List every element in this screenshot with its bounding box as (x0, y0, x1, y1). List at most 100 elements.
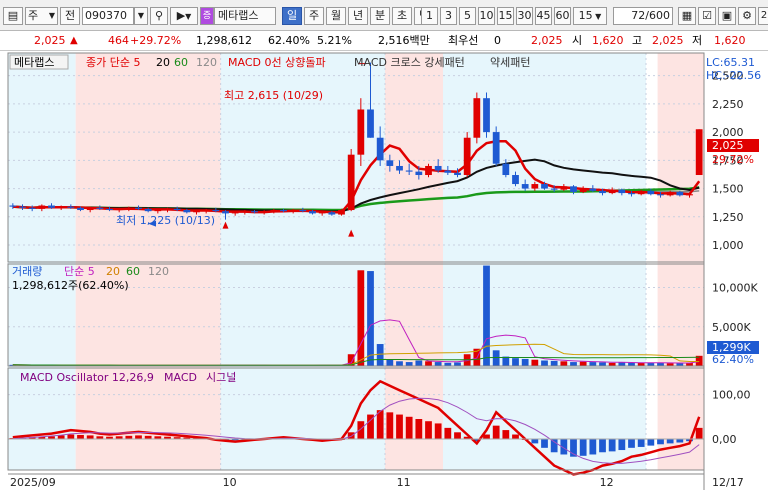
chevron-down-icon: ▼ (137, 11, 145, 20)
candle-body (48, 205, 55, 208)
date-tick-label: 12/17 (712, 476, 744, 489)
period-tab-1[interactable]: 주 (304, 7, 324, 25)
candle-body (154, 210, 162, 212)
macd-bar (376, 410, 384, 439)
macd-bar (531, 438, 539, 444)
candle-body (647, 190, 655, 195)
macd-tick-label: 0,00 (712, 433, 737, 446)
candle-body (164, 208, 171, 211)
interval-button-2[interactable]: 5 (459, 7, 476, 25)
candle-body (454, 172, 461, 176)
macd-tick-label: 100,00 (712, 389, 751, 402)
macd-bar (695, 427, 703, 439)
search-button[interactable]: ⚲ (150, 7, 168, 25)
candle-body (260, 211, 268, 213)
interval-button-6[interactable]: 45 (535, 7, 552, 25)
quote-broker-label: 최우선 (448, 34, 479, 47)
volume-bar (550, 360, 558, 366)
legend-vol-ma[interactable]: 단순 5 (64, 265, 95, 278)
candle-body (425, 165, 432, 176)
price-tick-label: 2,250 (712, 98, 744, 111)
view-count-input[interactable]: 72/600 (613, 7, 673, 25)
macd-bar (676, 438, 684, 443)
candle-body (405, 170, 413, 172)
volume-bar (531, 359, 539, 366)
stock-name-field[interactable]: 메타랩스 (214, 7, 276, 25)
legend-stock-name[interactable]: 메타랩스 (14, 56, 54, 69)
margin-badge[interactable]: 증 (200, 7, 214, 25)
legend-macd-cross[interactable]: MACD 크로스 강세패턴 (354, 56, 465, 69)
legend-ma20[interactable]: 20 (156, 56, 170, 69)
stock-code-input[interactable]: 090370 (82, 7, 134, 25)
legend-signal-line[interactable]: 시그널 (206, 371, 236, 384)
interval-button-4[interactable]: 15 (497, 7, 514, 25)
macd-bar (347, 432, 355, 439)
legend-vol-ma60[interactable]: 60 (126, 265, 140, 278)
chart-menu-button[interactable]: ▤ (3, 7, 23, 25)
macd-bar (386, 412, 394, 439)
volume-bar (483, 265, 490, 366)
save-button[interactable]: ▣ (718, 7, 736, 25)
candle-body (309, 211, 316, 214)
interval-button-5[interactable]: 30 (516, 7, 533, 25)
candle-body (347, 154, 355, 211)
candle-body (531, 184, 539, 189)
macd-bar (434, 423, 442, 439)
price-tick-label: 1,500 (712, 183, 744, 196)
interval-button-0[interactable]: 1 (421, 7, 438, 25)
candle-body (86, 207, 94, 211)
legend-close-ma[interactable]: 종가 단순 5 (86, 56, 140, 69)
period-tab-3[interactable]: 년 (348, 7, 368, 25)
period-tab-2[interactable]: 월 (326, 7, 346, 25)
interval-button-3[interactable]: 10 (478, 7, 495, 25)
scope-button[interactable]: 전 (60, 7, 80, 25)
candle-body (637, 190, 645, 195)
volume-bar (376, 344, 384, 366)
candle-body (115, 208, 123, 211)
chevron-down-icon: ▼ (592, 12, 602, 21)
market-label: 주 (28, 9, 39, 22)
sound-button[interactable]: ▶▼ (170, 7, 198, 25)
stock-code-dropdown[interactable]: ▼ (134, 7, 148, 25)
macd-bar (647, 438, 655, 446)
interval-button-7[interactable]: 60 (554, 7, 571, 25)
legend-vol-ma120[interactable]: 120 (148, 265, 169, 278)
period-tab-5[interactable]: 초 (392, 7, 412, 25)
checkbox-toggle[interactable]: ☑ (698, 7, 716, 25)
macd-bar (396, 414, 403, 439)
period-tab-4[interactable]: 분 (370, 7, 390, 25)
period-tab-0[interactable]: 일 (282, 7, 302, 25)
candle-body (570, 186, 577, 192)
candle-body (19, 206, 26, 208)
legend-macd-line[interactable]: MACD (164, 371, 197, 384)
legend-ma120[interactable]: 120 (196, 56, 217, 69)
candle-body (589, 188, 597, 191)
settings-button[interactable]: ⚙ (738, 7, 756, 25)
chevron-down-icon: ▼ (48, 11, 55, 20)
volume-bar (599, 362, 606, 366)
stock-chart[interactable]: 1,0001,2501,5001,7502,0002,2502,500 5,00… (0, 51, 768, 492)
candle-body (67, 206, 75, 208)
legend-weak-pattern[interactable]: 약세패턴 (490, 55, 530, 69)
hc-label: HC:-22.56 (706, 69, 761, 82)
interval-select[interactable]: 15 ▼ (573, 7, 607, 25)
grid-tools-button[interactable]: ▦ (678, 7, 696, 25)
interval-button-1[interactable]: 3 (440, 7, 457, 25)
legend-volume[interactable]: 거래량 (12, 265, 42, 278)
legend-ma60[interactable]: 60 (174, 56, 188, 69)
market-select[interactable]: 주 ▼ (25, 7, 58, 25)
volume-bar (367, 271, 374, 366)
volume-bar (357, 270, 365, 366)
max-price-note: 최고 2,615 (10/29) (224, 89, 323, 102)
price-tick-label: 1,000 (712, 239, 744, 252)
view-total: /600 (645, 9, 670, 22)
candle-body (57, 206, 65, 208)
date-tick-label: 12 (600, 476, 614, 489)
legend-macd-osc[interactable]: MACD Oscillator 12,26,9 (20, 371, 154, 384)
quote-high-label: 고 (632, 34, 643, 47)
candle-body (502, 163, 510, 176)
extra-button[interactable]: 2 (758, 7, 768, 25)
legend-vol-ma20[interactable]: 20 (106, 265, 120, 278)
legend-macd-zero[interactable]: MACD 0선 상향돌파 (228, 56, 326, 69)
candle-body (328, 212, 336, 215)
